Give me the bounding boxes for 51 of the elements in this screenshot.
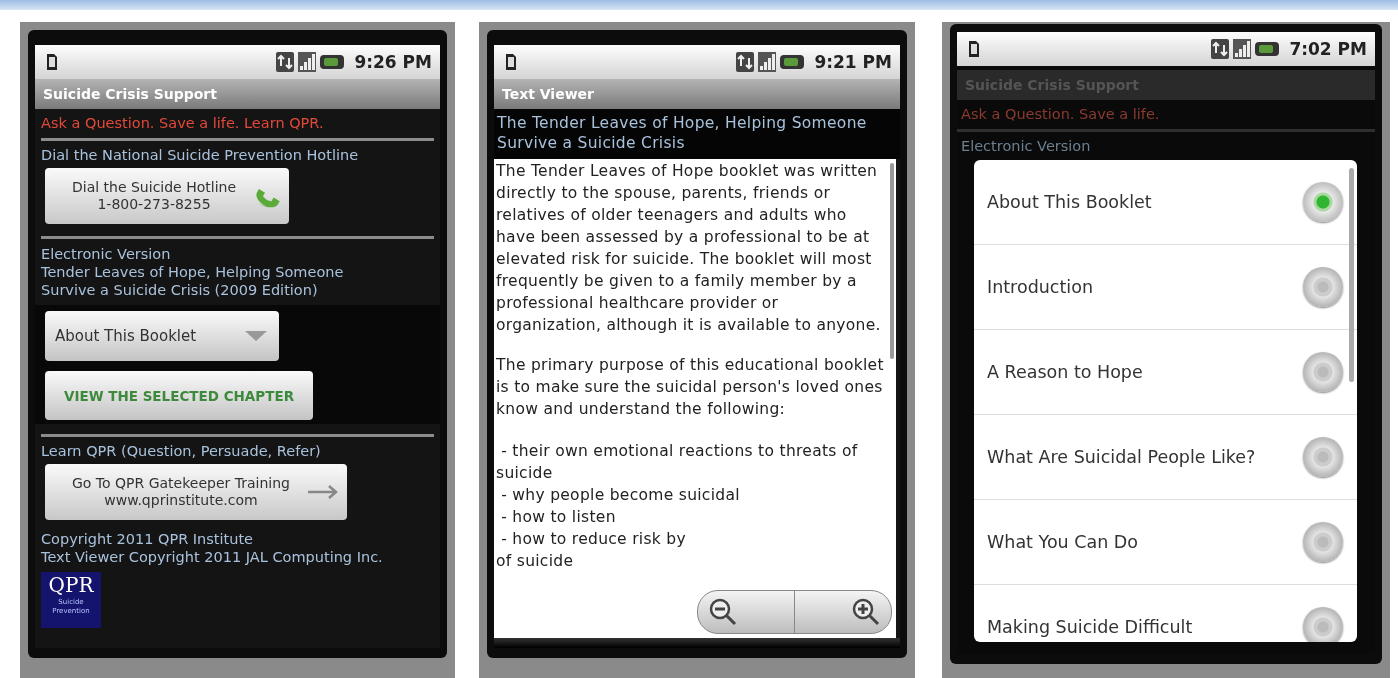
app-title-bar: Text Viewer (494, 79, 900, 109)
list-text: of suicide (496, 551, 575, 572)
sd-card-icon (504, 53, 518, 71)
chapter-option[interactable]: What Are Suicidal People Like? (974, 415, 1357, 500)
radio-button[interactable] (1303, 607, 1343, 642)
radio-button[interactable] (1303, 437, 1343, 477)
battery-icon (780, 54, 805, 70)
radio-button[interactable] (1303, 267, 1343, 307)
chapter-option[interactable]: What You Can Do (974, 500, 1357, 585)
sd-card-icon (967, 40, 981, 58)
list-text: - how to listen (500, 507, 617, 528)
battery-icon (1255, 41, 1280, 57)
copyright-text: Copyright 2011 QPR Institute (41, 530, 255, 548)
signal-icon (1233, 39, 1252, 59)
paragraph-text: The Tender Leaves of Hope booklet was written directly to the spouse, parents, friends or relatives of older teenagers and adults who have been assessed by a professional to be at elevated risk for suicide. The booklet will most frequently be given to a family member by a professional healthcare provider or organization, although it is available to anyone. (496, 161, 882, 336)
data-arrows-icon (1211, 39, 1230, 59)
paragraph-text: The primary purpose of this educational booklet is to make sure the suicidal person's loved ones know and understand the following: (496, 355, 885, 420)
data-arrows-icon (736, 52, 755, 72)
section-label: Tender Leaves of Hope, Helping Someone (41, 263, 344, 281)
list-text: - how to reduce risk by (500, 529, 687, 550)
section-label: Electronic Version (960, 138, 1091, 154)
signal-icon (298, 52, 317, 72)
clock-time: 9:21 PM (814, 52, 892, 72)
document-title: The Tender Leaves of Hope, Helping Someone Survive a Suicide Crisis (494, 109, 900, 159)
radio-button[interactable] (1303, 352, 1343, 392)
radio-button[interactable] (1303, 182, 1343, 222)
chapter-dropdown[interactable]: About This Booklet (45, 311, 279, 361)
battery-icon (320, 54, 345, 70)
list-text: - why people become suicidal (500, 485, 741, 506)
section-label: Electronic Version (41, 245, 172, 263)
section-label: Dial the National Suicide Prevention Hotline (41, 147, 359, 163)
list-text: suicide (496, 463, 554, 484)
signal-icon (758, 52, 777, 72)
zoom-out-icon (708, 597, 738, 627)
section-label: Survive a Suicide Crisis (2009 Edition) (41, 281, 319, 299)
copyright-text: Text Viewer Copyright 2011 JAL Computing Inc. (41, 548, 383, 566)
tagline-text: Ask a Question. Save a life. (960, 105, 1160, 124)
dial-button[interactable]: Dial the Suicide Hotline 1-800-273-8255 (45, 168, 289, 224)
list-text: - their own emotional reactions to threats of (500, 441, 859, 462)
app-title-bar: Suicide Crisis Support (35, 79, 440, 109)
sd-card-icon (45, 53, 59, 71)
zoom-in-icon (851, 597, 881, 627)
clock-time: 9:26 PM (354, 52, 432, 72)
data-arrows-icon (276, 52, 295, 72)
caret-icon (245, 330, 267, 342)
radio-button[interactable] (1303, 522, 1343, 562)
training-link-button[interactable]: Go To QPR Gatekeeper Training www.qprinstitute.com (45, 464, 347, 520)
section-label: Learn QPR (Question, Persuade, Refer) (41, 443, 321, 459)
tagline-text: Ask a Question. Save a life. Learn QPR. (41, 114, 324, 133)
clock-time: 7:02 PM (1289, 39, 1367, 59)
chapter-option[interactable]: Making Suicide Difficult (974, 585, 1357, 642)
